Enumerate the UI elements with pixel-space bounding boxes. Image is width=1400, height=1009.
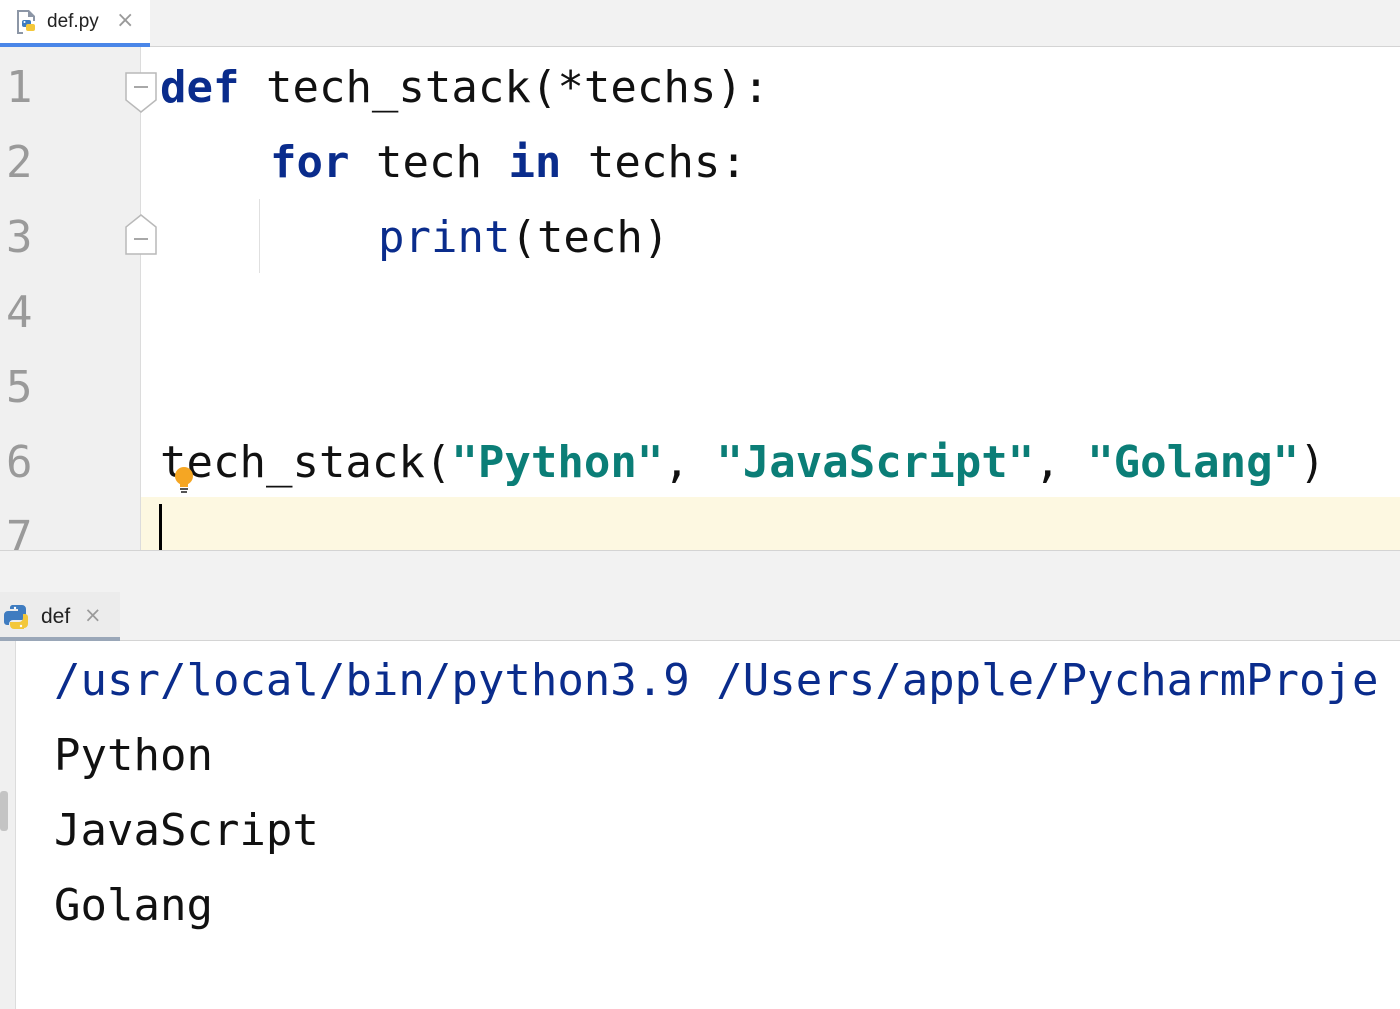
code-text: , <box>1034 437 1088 488</box>
code-text: tech <box>349 137 509 188</box>
tab-close-icon[interactable]: × <box>116 8 134 33</box>
tab-def-py[interactable]: def.py × <box>0 0 150 47</box>
code-text: tech_stack( <box>160 437 452 488</box>
line-number: 3 <box>6 212 33 263</box>
string-literal: "Python" <box>451 437 664 488</box>
code-editor[interactable]: 1 2 3 4 5 6 7 def tech_stack(*techs): fo… <box>0 47 1400 550</box>
run-tab-label: def <box>41 605 71 628</box>
line-number: 6 <box>6 437 33 488</box>
console-output-line: Python <box>54 730 213 781</box>
line-number: 2 <box>6 137 33 188</box>
line-number-gutter: 1 2 3 4 5 6 7 <box>0 47 141 550</box>
console-command-line: /usr/local/bin/python3.9 /Users/apple/Py… <box>54 655 1379 706</box>
fold-marker-icon[interactable] <box>125 213 157 259</box>
builtin-print: print <box>378 212 511 263</box>
line-number: 7 <box>6 512 33 550</box>
keyword-for: for <box>270 137 350 188</box>
panel-splitter[interactable] <box>0 550 1400 593</box>
tab-run-def[interactable]: def × <box>0 592 120 641</box>
editor-tab-bar: def.py × <box>0 0 1400 47</box>
text-caret <box>159 504 162 550</box>
console-output-line: JavaScript <box>54 805 319 856</box>
indent-guide <box>259 199 260 273</box>
keyword-in: in <box>508 137 562 188</box>
code-text: tech_stack(*techs): <box>239 62 770 113</box>
code-text: ) <box>1299 437 1326 488</box>
string-literal: "JavaScript" <box>716 437 1035 488</box>
console-side-handle[interactable] <box>0 791 8 831</box>
line-number: 4 <box>6 287 33 338</box>
run-console[interactable]: /usr/local/bin/python3.9 /Users/apple/Py… <box>0 641 1400 1009</box>
code-text: techs: <box>561 137 747 188</box>
code-line-6: tech_stack("Python", "JavaScript", "Gola… <box>160 425 1326 500</box>
code-line-3: print(tech) <box>378 200 669 275</box>
console-output-line: Golang <box>54 880 213 931</box>
line-number: 5 <box>6 362 33 413</box>
code-text: (tech) <box>510 212 670 263</box>
python-icon <box>4 604 32 634</box>
fold-marker-icon[interactable] <box>125 72 157 118</box>
code-line-2: for tech in techs: <box>270 125 747 200</box>
run-tab-close-icon[interactable]: × <box>84 603 102 627</box>
tab-label: def.py <box>47 11 99 32</box>
code-text: , <box>663 437 717 488</box>
run-tab-bar: def × <box>0 592 1400 641</box>
python-file-icon <box>14 9 40 39</box>
lightbulb-icon[interactable] <box>174 466 194 500</box>
string-literal: "Golang" <box>1087 437 1300 488</box>
current-line-highlight <box>141 497 1400 550</box>
keyword-def: def <box>160 62 240 113</box>
code-line-1: def tech_stack(*techs): <box>160 50 769 125</box>
line-number: 1 <box>6 62 33 113</box>
